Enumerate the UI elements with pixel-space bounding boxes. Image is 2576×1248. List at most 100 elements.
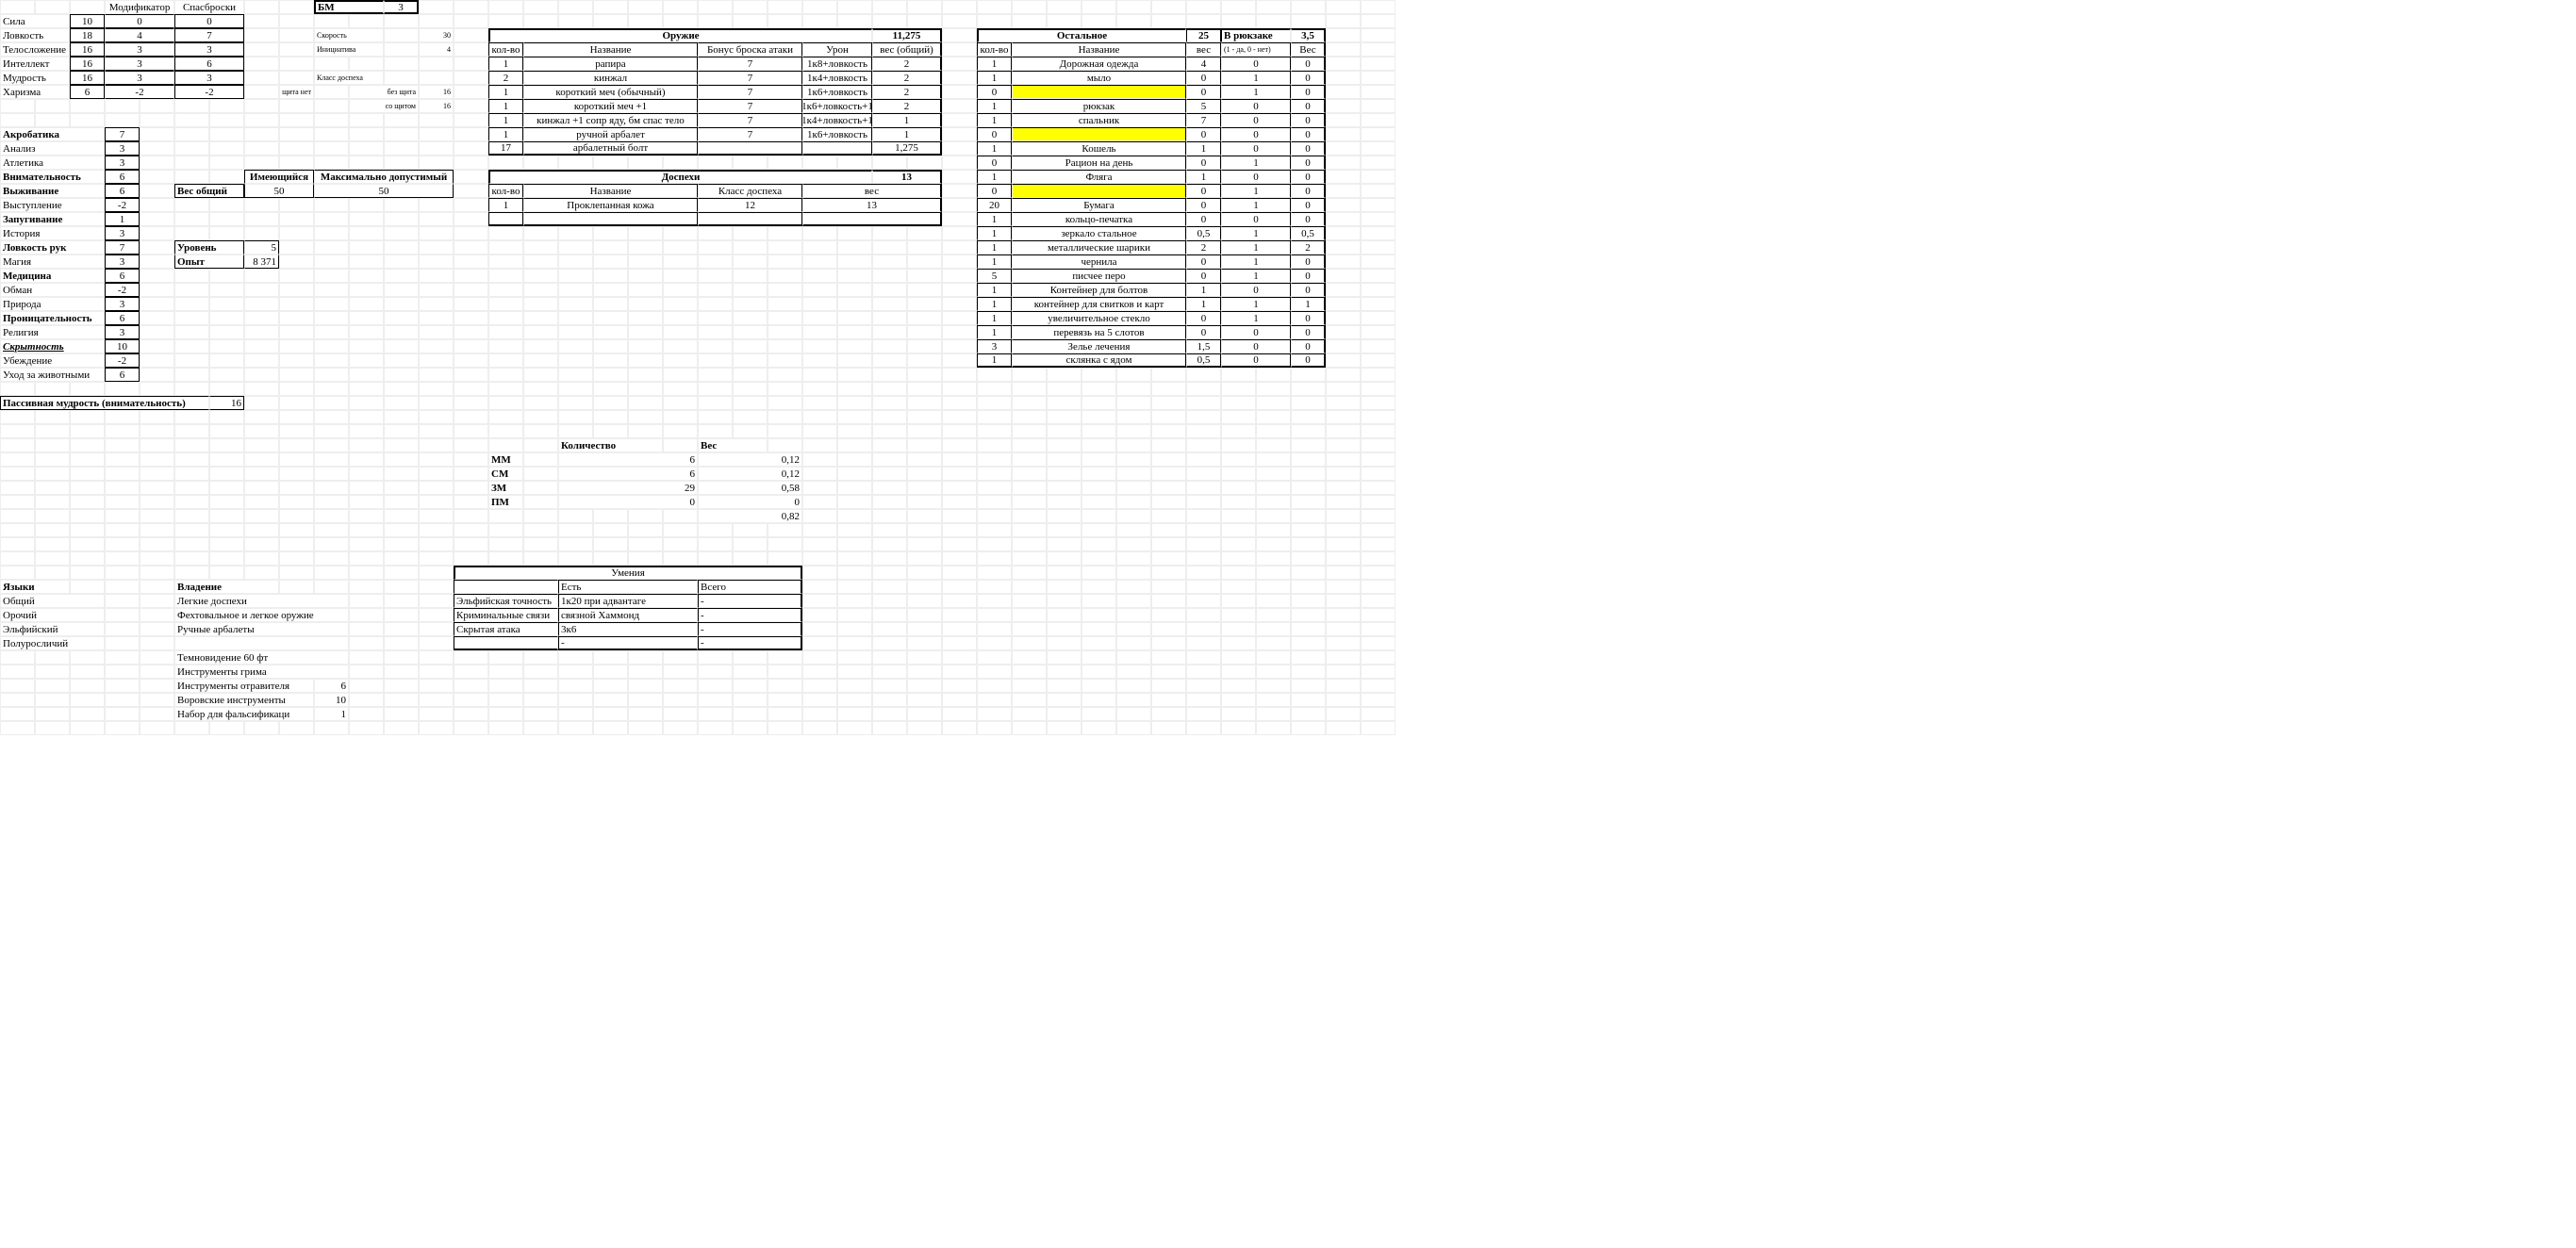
it21-w: 0,5 xyxy=(1186,353,1221,368)
skill-13: Проницательность xyxy=(0,311,105,325)
it4-q: 1 xyxy=(977,113,1012,127)
it15-b: 1 xyxy=(1221,269,1291,283)
it2-n xyxy=(1012,85,1186,99)
it16-b: 0 xyxy=(1221,283,1291,297)
skill-7: История xyxy=(0,226,105,240)
it6-q: 1 xyxy=(977,141,1012,156)
xp-l: Опыт xyxy=(174,255,244,269)
hdr-mod: Модификатор xyxy=(105,0,174,14)
prof7-v: 10 xyxy=(314,693,349,707)
w6-w: 1,275 xyxy=(872,141,942,156)
w5-q: 1 xyxy=(488,127,523,141)
it0-w: 4 xyxy=(1186,57,1221,71)
skill-v-5: -2 xyxy=(105,198,140,212)
it10-q: 20 xyxy=(977,198,1012,212)
it17-q: 1 xyxy=(977,297,1012,311)
skill-8: Ловкость рук xyxy=(0,240,105,255)
ability-mod-1: 4 xyxy=(105,28,174,42)
it11-t: 0 xyxy=(1291,212,1326,226)
it12-q: 1 xyxy=(977,226,1012,240)
pp-v: 16 xyxy=(209,396,244,410)
it10-b: 1 xyxy=(1221,198,1291,212)
w6-b xyxy=(698,141,802,156)
sh: 16 xyxy=(419,99,454,113)
skill-v-7: 3 xyxy=(105,226,140,240)
it1-q: 1 xyxy=(977,71,1012,85)
wt-max-l: Максимально допустимый xyxy=(314,170,454,184)
ns: 16 xyxy=(419,85,454,99)
hdr-save: Спасброски xyxy=(174,0,244,14)
it18-b: 1 xyxy=(1221,311,1291,325)
sk0-1: 1к20 при адвантаге xyxy=(558,594,698,608)
it15-t: 0 xyxy=(1291,269,1326,283)
it19-q: 1 xyxy=(977,325,1012,339)
it12-w: 0,5 xyxy=(1186,226,1221,240)
skill-v-15: 10 xyxy=(105,339,140,353)
ability-3: Интеллект xyxy=(0,57,70,71)
w2-b: 7 xyxy=(698,85,802,99)
it20-q: 3 xyxy=(977,339,1012,353)
w4-q: 1 xyxy=(488,113,523,127)
it4-t: 0 xyxy=(1291,113,1326,127)
it15-w: 0 xyxy=(1186,269,1221,283)
it4-b: 0 xyxy=(1221,113,1291,127)
it0-b: 0 xyxy=(1221,57,1291,71)
it18-t: 0 xyxy=(1291,311,1326,325)
sk3-0 xyxy=(454,636,558,650)
a-tot: 13 xyxy=(872,170,942,184)
bm-label: БМ xyxy=(314,0,384,14)
it4-w: 7 xyxy=(1186,113,1221,127)
ability-val-1: 18 xyxy=(70,28,105,42)
skill-14: Религия xyxy=(0,325,105,339)
it2-w: 0 xyxy=(1186,85,1221,99)
lvl-l: Уровень xyxy=(174,240,244,255)
it7-w: 0 xyxy=(1186,156,1221,170)
it3-w: 5 xyxy=(1186,99,1221,113)
coin1-l: СМ xyxy=(488,467,523,481)
it19-n: перевязь на 5 слотов xyxy=(1012,325,1186,339)
coin0-q: 6 xyxy=(558,452,698,467)
skill-v-12: 3 xyxy=(105,297,140,311)
it12-t: 0,5 xyxy=(1291,226,1326,240)
xp-v: 8 371 xyxy=(244,255,279,269)
skill-v-13: 6 xyxy=(105,311,140,325)
it1-t: 0 xyxy=(1291,71,1326,85)
it2-b: 1 xyxy=(1221,85,1291,99)
ability-1: Ловкость xyxy=(0,28,70,42)
w5-w: 1 xyxy=(872,127,942,141)
w3-w: 2 xyxy=(872,99,942,113)
it6-w: 1 xyxy=(1186,141,1221,156)
it16-t: 0 xyxy=(1291,283,1326,297)
it5-t: 0 xyxy=(1291,127,1326,141)
it1-n: мыло xyxy=(1012,71,1186,85)
it8-t: 0 xyxy=(1291,170,1326,184)
bp: 3,5 xyxy=(1291,28,1326,42)
coin2-l: ЗМ xyxy=(488,481,523,495)
bm-val: 3 xyxy=(384,0,419,14)
it18-q: 1 xyxy=(977,311,1012,325)
it7-n: Рацион на день xyxy=(1012,156,1186,170)
coin3-l: ПМ xyxy=(488,495,523,509)
skill-v-10: 6 xyxy=(105,269,140,283)
w2-w: 2 xyxy=(872,85,942,99)
w3-n: короткий меч +1 xyxy=(523,99,698,113)
prof8: Набор для фальсификаци xyxy=(174,707,314,721)
wt-tot-l: Вес общий xyxy=(174,184,244,198)
ac-l: Класс доспеха xyxy=(314,71,384,85)
wh1: Название xyxy=(523,42,698,57)
lang-t: Языки xyxy=(0,580,70,594)
it8-q: 1 xyxy=(977,170,1012,184)
it14-n: чернила xyxy=(1012,255,1186,269)
ability-val-5: 6 xyxy=(70,85,105,99)
it11-w: 0 xyxy=(1186,212,1221,226)
skill-v-9: 3 xyxy=(105,255,140,269)
it5-b: 0 xyxy=(1221,127,1291,141)
wt-cur: 50 xyxy=(244,184,314,198)
ability-mod-0: 0 xyxy=(105,14,174,28)
it9-b: 1 xyxy=(1221,184,1291,198)
w4-b: 7 xyxy=(698,113,802,127)
ah3: вес xyxy=(802,184,942,198)
sk3-1: - xyxy=(558,636,698,650)
w3-q: 1 xyxy=(488,99,523,113)
it14-t: 0 xyxy=(1291,255,1326,269)
